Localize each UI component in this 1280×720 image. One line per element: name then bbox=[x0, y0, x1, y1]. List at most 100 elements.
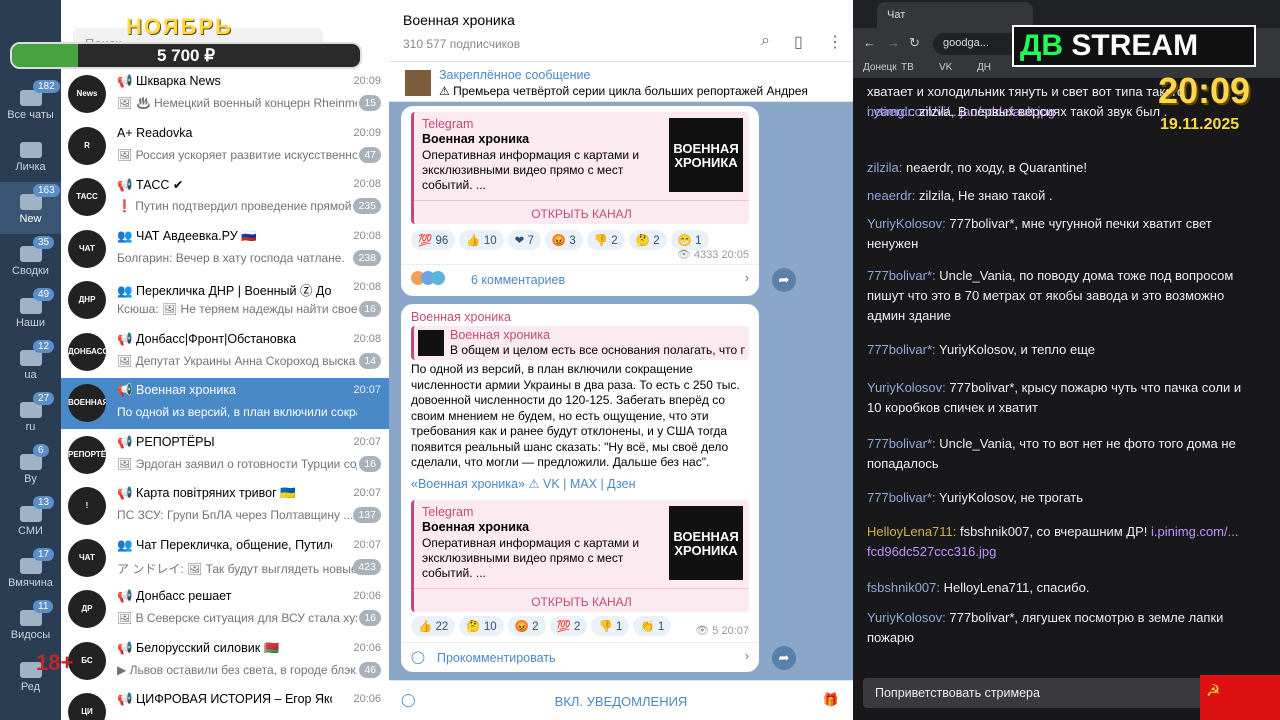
chat-message: YuriyKolosov: 777bolivar*, лягушек посмо… bbox=[867, 608, 1247, 648]
chat-avatar: ДР bbox=[68, 590, 106, 628]
chat-username[interactable]: YuriyKolosov: bbox=[867, 610, 946, 625]
back-icon[interactable]: ← bbox=[863, 35, 876, 50]
folder-4[interactable]: 49 Наши bbox=[0, 286, 61, 338]
folder-7[interactable]: 6 By bbox=[0, 442, 61, 494]
chat-time: 20:06 bbox=[353, 641, 381, 654]
reply-quote[interactable]: Военная хроника В общем и целом есть все… bbox=[411, 326, 749, 360]
folder-1[interactable]: Личка bbox=[0, 130, 61, 182]
chat-message: 777bolivar*: YuriyKolosov, не трогать bbox=[867, 488, 1247, 508]
chat-item[interactable]: РЕПОРТЁРЫ 📢 РЕПОРТЁРЫ 20:07 🖼 Эрдоган заяви… bbox=[61, 430, 389, 481]
search-icon[interactable]: ⌕ bbox=[761, 32, 770, 50]
sidebar-toggle-icon[interactable]: ▯ bbox=[794, 32, 803, 52]
chat-username[interactable]: fsbshnik007: bbox=[867, 580, 940, 595]
forward-icon[interactable]: → bbox=[887, 35, 900, 50]
reaction-chip[interactable]: 👍 10 bbox=[459, 230, 504, 250]
chat-item[interactable]: ДОНБАСС 📢 Донбасс|Фронт|Обстановка 20:08 🖼 … bbox=[61, 327, 389, 378]
chat-item[interactable]: ЦИ 📢 ЦИФРОВАЯ ИСТОРИЯ – Егор Яковлев 20:06 bbox=[61, 687, 389, 720]
chat-item[interactable]: ! 📢 Карта повітряних тривог 🇺🇦 20:07 ПС ЗСУ… bbox=[61, 481, 389, 532]
message-links[interactable]: «Военная хроника» ⚠ VK | MAX | Дзен bbox=[411, 476, 636, 491]
chat-username[interactable]: neaerdr: bbox=[867, 104, 915, 119]
reaction-chip[interactable]: 💯 96 bbox=[411, 230, 456, 250]
folder-3[interactable]: 35 Сводки bbox=[0, 234, 61, 286]
chat-username[interactable]: 777bolivar*: bbox=[867, 490, 936, 505]
reaction-chip[interactable]: 👍 22 bbox=[411, 616, 456, 636]
chat-item[interactable]: ЧАТ 👥 Чат Перекличка, общение, Путиловка … bbox=[61, 533, 389, 584]
chat-username[interactable]: HelloyLena711: bbox=[867, 524, 956, 539]
chat-username[interactable]: zilzila: bbox=[867, 160, 902, 175]
folder-sidebar: 182 Все чаты Личка 163 New 35 Сводки 49 Наши 12 ua… bbox=[0, 0, 61, 720]
chat-time: 20:09 bbox=[353, 75, 381, 87]
reaction-chip[interactable]: 💯 2 bbox=[549, 616, 588, 636]
pinned-thumbnail bbox=[405, 70, 431, 96]
reaction-chip[interactable]: 👏 1 bbox=[633, 616, 672, 636]
reaction-chip[interactable]: 😡 3 bbox=[544, 230, 583, 250]
chat-bubble-icon[interactable]: ◯ bbox=[401, 692, 416, 708]
folder-label: ua bbox=[24, 369, 37, 381]
chat-item[interactable]: БС 📢 Белорусский силовик 🇧🇾 20:06 ▶ Львов о… bbox=[61, 636, 389, 687]
folder-8[interactable]: 13 СМИ bbox=[0, 494, 61, 546]
reply-name: Военная хроника bbox=[450, 328, 550, 342]
chat-name: 📢 ТАСС ✔ bbox=[117, 178, 184, 192]
chat-time: 20:07 bbox=[353, 487, 381, 499]
comments-link[interactable]: 6 комментариев › bbox=[401, 264, 759, 296]
chat-item[interactable]: ВОЕННАЯ 📢 Военная хроника 20:07 По одной из… bbox=[61, 378, 389, 429]
chat-item[interactable]: ДНР 👥 Перекличка ДНР | Военный Ⓩ Донецк 20… bbox=[61, 275, 389, 326]
reaction-chip[interactable]: 👎 1 bbox=[591, 616, 630, 636]
chat-item[interactable]: ТАСС 📢 ТАСС ✔ 20:08 ❗ Путин подтвердил пров… bbox=[61, 172, 389, 223]
bookmark-item[interactable]: ТВ bbox=[901, 62, 914, 73]
folder-9[interactable]: 17 Вмячина bbox=[0, 546, 61, 598]
chat-message: zilzila: neaerdr, по ходу, в Quarantine! bbox=[867, 158, 1247, 178]
unread-badge: 423 bbox=[353, 558, 381, 575]
chat-item[interactable]: ДР 📢 Донбасс решает 20:06 🖼 В Северске ситу… bbox=[61, 584, 389, 635]
reaction-chip[interactable]: 🤔 10 bbox=[459, 616, 504, 636]
stream-clock: 20:09 bbox=[1158, 70, 1251, 111]
chat-username[interactable]: 777bolivar*: bbox=[867, 342, 936, 357]
reload-icon[interactable]: ↻ bbox=[909, 35, 920, 51]
open-channel-button[interactable]: ОТКРЫТЬ КАНАЛ bbox=[414, 200, 749, 221]
folder-2[interactable]: 163 New bbox=[0, 182, 61, 234]
tab-chat[interactable]: Чат bbox=[877, 2, 1033, 28]
chat-item[interactable]: R A+ Readovka 20:09 🖼 Россия ускоряет разви… bbox=[61, 121, 389, 172]
chat-item[interactable]: News 📢 Шкварка News 20:09 🖼 ♨ Немецкий воен… bbox=[61, 69, 389, 120]
share-button[interactable]: ➦ bbox=[772, 268, 796, 292]
gift-icon[interactable]: 🎁 bbox=[823, 692, 839, 708]
chat-username[interactable]: YuriyKolosov: bbox=[867, 216, 946, 231]
folder-10[interactable]: 11 Видосы bbox=[0, 598, 61, 650]
more-icon[interactable]: ⋮ bbox=[827, 32, 843, 52]
folder-0[interactable]: 182 Все чаты bbox=[0, 78, 61, 130]
reaction-chip[interactable]: 😁 1 bbox=[670, 230, 709, 250]
reaction-chip[interactable]: 🤔 2 bbox=[628, 230, 667, 250]
chat-preview: ❗ Путин подтвердил проведение прямой ... bbox=[117, 199, 357, 213]
greet-streamer-button[interactable]: Поприветствовать стримера bbox=[863, 678, 1223, 708]
reaction-chip[interactable]: 😡 2 bbox=[507, 616, 546, 636]
chat-username[interactable]: 777bolivar*: bbox=[867, 436, 936, 451]
folder-badge: 49 bbox=[33, 288, 55, 301]
bookmark-item[interactable]: ДН bbox=[977, 62, 991, 73]
comment-label: Прокомментировать bbox=[437, 651, 556, 665]
unread-badge: 16 bbox=[359, 455, 381, 472]
enable-notifications-button[interactable]: ВКЛ. УВЕДОМЛЕНИЯ bbox=[555, 694, 688, 709]
chat-username[interactable]: neaerdr: bbox=[867, 188, 915, 203]
notifications-bar[interactable]: ◯ ВКЛ. УВЕДОМЛЕНИЯ 🎁 bbox=[389, 680, 853, 720]
overlay-month: НОЯБРЬ bbox=[126, 14, 233, 39]
reaction-chip[interactable]: ❤ 7 bbox=[507, 230, 541, 250]
message-author: Военная хроника bbox=[411, 310, 511, 324]
chat-username[interactable]: YuriyKolosov: bbox=[867, 380, 946, 395]
channel-title[interactable]: Военная хроника bbox=[403, 12, 515, 28]
comment-link[interactable]: ◯ Прокомментировать › bbox=[401, 642, 759, 674]
chat-username[interactable]: 777bolivar*: bbox=[867, 268, 936, 283]
chat-item[interactable]: ЧАТ 👥 ЧАТ Авдеевка.РУ 🇷🇺 20:08 Болгарин: Ве… bbox=[61, 224, 389, 275]
chat-name: 📢 Донбасс решает bbox=[117, 589, 232, 603]
chat-name: A+ Readovka bbox=[117, 125, 193, 140]
bookmark-item[interactable]: Донецк bbox=[863, 62, 897, 73]
pinned-message[interactable]: Закреплённое сообщение ⚠ Премьера четвёр… bbox=[389, 62, 853, 102]
comments-label: 6 комментариев bbox=[471, 273, 566, 287]
folder-badge: 163 bbox=[33, 184, 60, 197]
folder-5[interactable]: 12 ua bbox=[0, 338, 61, 390]
chat-preview: 🖼 Эрдоган заявил о готовности Турции сод… bbox=[117, 456, 357, 471]
reaction-chip[interactable]: 👎 2 bbox=[586, 230, 625, 250]
bookmark-item[interactable]: VK bbox=[939, 62, 952, 73]
folder-6[interactable]: 27 ru bbox=[0, 390, 61, 442]
open-channel-button[interactable]: ОТКРЫТЬ КАНАЛ bbox=[414, 588, 749, 609]
share-button[interactable]: ➦ bbox=[772, 646, 796, 670]
